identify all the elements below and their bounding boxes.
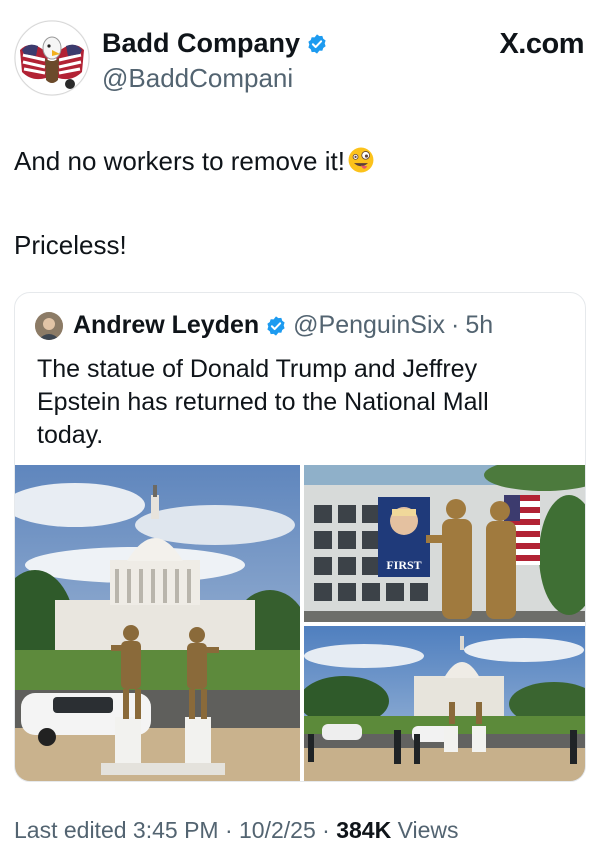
zany-face-emoji-icon: [348, 147, 374, 173]
post-text-line1: And no workers to remove it!: [14, 146, 345, 176]
banner-text: FIRST: [386, 558, 421, 572]
verified-badge-icon: [308, 33, 326, 54]
edited-timestamp[interactable]: Last edited 3:45 PM · 10/2/25: [14, 817, 316, 843]
eagle-flag-avatar-icon: [14, 20, 90, 96]
quoted-post-text: The statue of Donald Trump and Jeffrey E…: [37, 355, 489, 449]
brand-watermark: X.com: [499, 28, 584, 60]
verified-badge-icon: [267, 315, 285, 336]
author-avatar[interactable]: [14, 20, 90, 96]
quoted-post-header: Andrew Leyden @PenguinSix · 5h: [35, 311, 493, 340]
display-name-row: Badd Company: [102, 28, 328, 59]
views-label: Views: [397, 817, 459, 843]
media-grid: FIRST: [15, 465, 585, 781]
post-text: And no workers to remove it! Priceless!: [14, 144, 375, 262]
author-display-name[interactable]: Badd Company: [102, 28, 300, 59]
quoted-author-name[interactable]: Andrew Leyden: [73, 311, 259, 340]
quoted-post[interactable]: Andrew Leyden @PenguinSix · 5h The statu…: [14, 292, 586, 782]
andrew-avatar-icon: [35, 311, 63, 340]
media-photo-capitol-statues[interactable]: [15, 465, 300, 781]
quoted-timestamp[interactable]: 5h: [465, 311, 493, 340]
views-count: 384K: [336, 817, 392, 843]
post-text-line: And no workers to remove it!: [14, 144, 375, 178]
quoted-author-avatar[interactable]: [35, 311, 63, 340]
post-header: Badd Company @BaddCompani X.com: [14, 14, 586, 104]
footer-separator: ·: [322, 817, 330, 843]
media-photo-capitol-wide[interactable]: [304, 626, 585, 781]
post-footer: Last edited 3:45 PM · 10/2/25 · 384K Vie…: [14, 817, 459, 844]
author-handle[interactable]: @BaddCompani: [102, 63, 328, 94]
media-photo-statue-closeup[interactable]: FIRST: [304, 465, 585, 622]
quoted-author-handle[interactable]: @PenguinSix: [293, 311, 445, 340]
post-text-line2: Priceless!: [14, 230, 127, 260]
quoted-separator: ·: [451, 311, 460, 339]
author-names: Badd Company @BaddCompani: [102, 28, 328, 94]
